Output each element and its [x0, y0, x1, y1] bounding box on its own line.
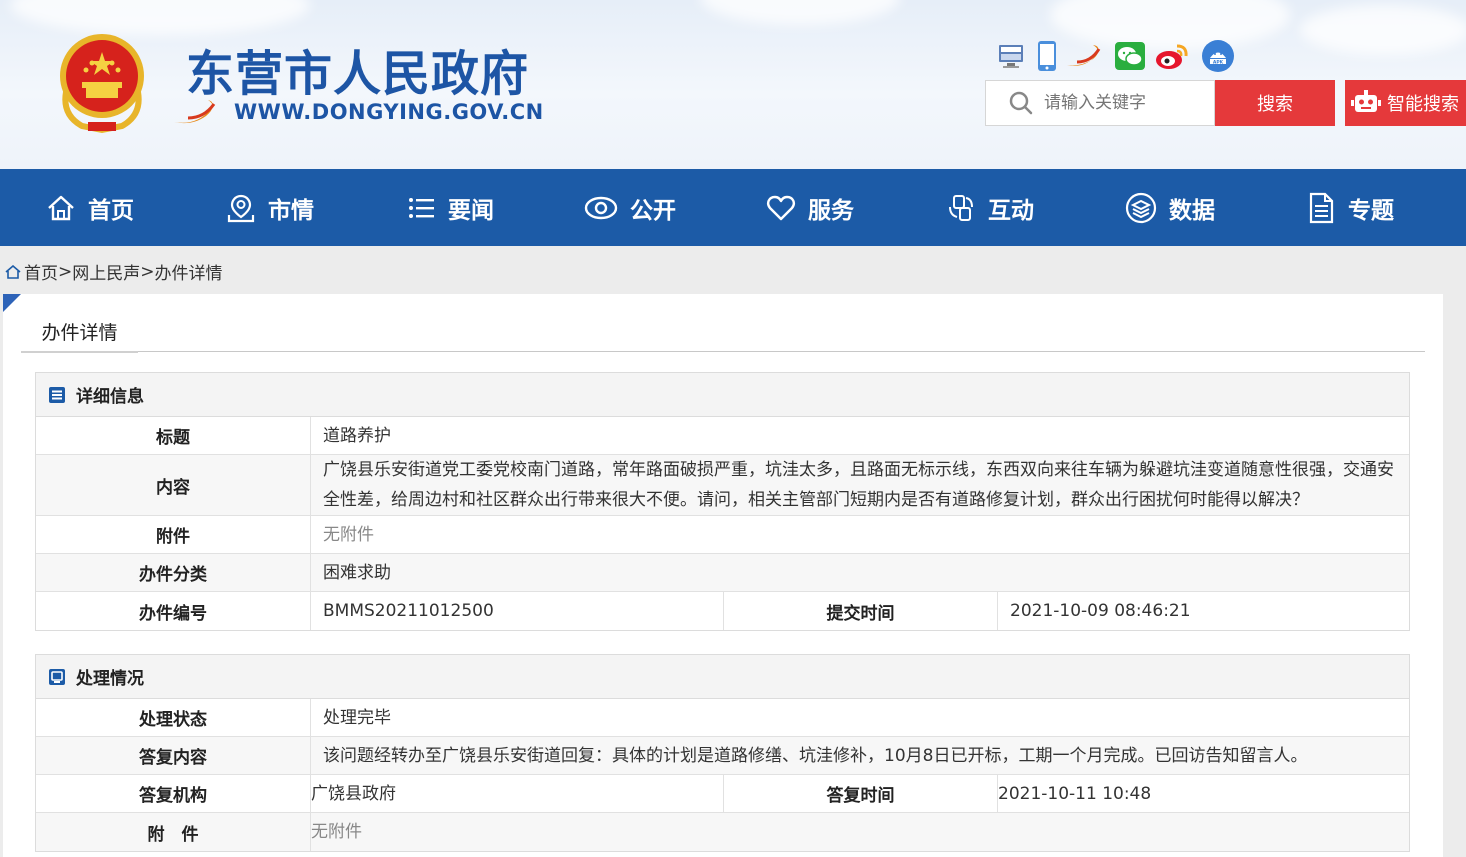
category-value: 困难求助 [323, 562, 391, 583]
site-title[interactable]: 东营市人民政府 [186, 34, 529, 104]
reply-time-value: 2021-10-11 10:48 [998, 783, 1152, 804]
dongying-app-icon[interactable] [1064, 40, 1104, 72]
nav-item-news[interactable]: 要闻 [360, 169, 540, 246]
apk-icon[interactable]: APK [1200, 40, 1236, 72]
home-icon [5, 264, 21, 279]
swoosh-logo-icon [174, 100, 216, 124]
table-row: 办件编号 BMMS20211012500 提交时间 2021-10-09 08:… [36, 592, 1409, 630]
breadcrumb-separator: > [58, 261, 73, 282]
submit-time-value: 2021-10-09 08:46:21 [1010, 601, 1191, 621]
breadcrumb-separator: > [140, 261, 155, 282]
reply-attachment-value: 无附件 [311, 822, 362, 842]
table-row: 办件分类 困难求助 [36, 554, 1409, 592]
reply-time-label: 答复时间 [724, 775, 998, 812]
nav-label: 要闻 [448, 197, 494, 224]
site-url: WWW.DONGYING.GOV.CN [234, 100, 544, 124]
home-icon [48, 195, 74, 220]
processing-section: 处理情况 处理状态 处理完毕 答复内容 该问题经转办至广饶县乐安街道回复：具体的… [35, 654, 1410, 852]
table-row: 标题 道路养护 [36, 417, 1409, 455]
eye-icon [584, 196, 618, 219]
breadcrumb-home[interactable]: 首页 [24, 259, 58, 284]
detail-panel: 办件详情 详细信息 标题 道路养护 内容 广饶县乐安街道党工委党校南门道路，常年… [3, 294, 1443, 857]
status-label: 处理状态 [36, 699, 311, 736]
nav-label: 服务 [808, 197, 854, 224]
robot-icon [1351, 90, 1381, 112]
reply-value: 该问题经转办至广饶县乐安街道回复：具体的计划是道路修缮、坑洼修补，10月8日已开… [323, 745, 1308, 766]
case-number-label: 办件编号 [36, 592, 311, 630]
submit-time-label: 提交时间 [724, 592, 998, 630]
tab-case-detail[interactable]: 办件详情 [21, 318, 138, 353]
breadcrumb-current: 办件详情 [154, 264, 223, 284]
breadcrumb: 首页 > 网上民声 > 办件详情 [5, 259, 223, 284]
info-list-icon [49, 386, 65, 403]
processing-icon [49, 668, 65, 685]
category-label: 办件分类 [36, 554, 311, 591]
attachment-label: 附件 [36, 516, 311, 553]
nav-item-city[interactable]: 市情 [180, 169, 360, 246]
search-input[interactable] [1044, 93, 1204, 113]
title-value: 道路养护 [323, 425, 391, 446]
gov-client-icon[interactable] [996, 40, 1026, 72]
table-row: 附 件 无附件 [36, 813, 1409, 851]
reply-attachment-label: 附 件 [36, 813, 311, 851]
org-value: 广饶县政府 [311, 775, 724, 812]
smart-search-label: 智能搜索 [1387, 94, 1459, 115]
nav-label: 市情 [268, 197, 314, 224]
document-icon [1309, 192, 1334, 223]
table-row: 答复内容 该问题经转办至广饶县乐安街道回复：具体的计划是道路修缮、坑洼修补，10… [36, 737, 1409, 775]
nav-item-topics[interactable]: 专题 [1260, 169, 1440, 246]
wechat-icon[interactable] [1114, 40, 1146, 72]
interaction-icon [949, 194, 973, 221]
layers-icon [1125, 192, 1157, 223]
search-button[interactable]: 搜索 [1215, 80, 1335, 126]
content-label: 内容 [36, 455, 311, 515]
nav-label: 首页 [88, 197, 134, 224]
org-label: 答复机构 [36, 775, 311, 812]
smart-search-button[interactable]: 智能搜索 [1345, 80, 1466, 126]
list-icon [409, 197, 434, 218]
title-label: 标题 [36, 417, 311, 454]
nav-label: 公开 [630, 197, 676, 224]
section-title: 处理情况 [76, 669, 144, 689]
search-box[interactable] [985, 80, 1215, 126]
search-icon [1009, 91, 1033, 115]
tab-divider [21, 351, 1425, 352]
cloud-decoration [1300, 5, 1466, 55]
section-title: 详细信息 [76, 387, 144, 407]
main-nav: 首页 市情 要闻 公开 服务 互动 数据 专题 [0, 169, 1466, 246]
section-header: 详细信息 [36, 373, 1409, 417]
section-header: 处理情况 [36, 655, 1409, 699]
nav-item-service[interactable]: 服务 [720, 169, 900, 246]
nav-label: 专题 [1348, 197, 1394, 224]
table-row: 答复机构 广饶县政府 答复时间 2021-10-11 10:48 [36, 775, 1409, 813]
corner-decoration [3, 294, 21, 312]
table-row: 处理状态 处理完毕 [36, 699, 1409, 737]
nav-item-public[interactable]: 公开 [540, 169, 720, 246]
svg-text:APK: APK [1213, 59, 1224, 65]
national-emblem-icon[interactable] [52, 30, 152, 134]
case-number-value: BMMS20211012500 [311, 592, 724, 630]
details-section: 详细信息 标题 道路养护 内容 广饶县乐安街道党工委党校南门道路，常年路面破损严… [35, 372, 1410, 631]
breadcrumb-level2[interactable]: 网上民声 [72, 259, 140, 284]
nav-item-interaction[interactable]: 互动 [900, 169, 1080, 246]
heart-icon [767, 195, 795, 220]
nav-label: 数据 [1169, 197, 1215, 224]
map-pin-icon [227, 194, 255, 222]
nav-label: 互动 [988, 197, 1034, 224]
nav-item-home[interactable]: 首页 [0, 169, 180, 246]
table-row: 内容 广饶县乐安街道党工委党校南门道路，常年路面破损严重，坑洼太多，且路面无标示… [36, 455, 1409, 516]
content-value: 广饶县乐安街道党工委党校南门道路，常年路面破损严重，坑洼太多，且路面无标示线，东… [323, 460, 1394, 510]
weibo-icon[interactable] [1154, 40, 1190, 72]
nav-item-data[interactable]: 数据 [1080, 169, 1260, 246]
cloud-decoration [700, 0, 900, 25]
mobile-icon[interactable] [1036, 40, 1058, 72]
table-row: 附件 无附件 [36, 516, 1409, 554]
site-header: 东营市人民政府 WWW.DONGYING.GOV.CN APK 搜索 智能搜索 [0, 0, 1466, 169]
reply-label: 答复内容 [36, 737, 311, 774]
attachment-value: 无附件 [323, 524, 374, 545]
status-value: 处理完毕 [323, 707, 391, 728]
